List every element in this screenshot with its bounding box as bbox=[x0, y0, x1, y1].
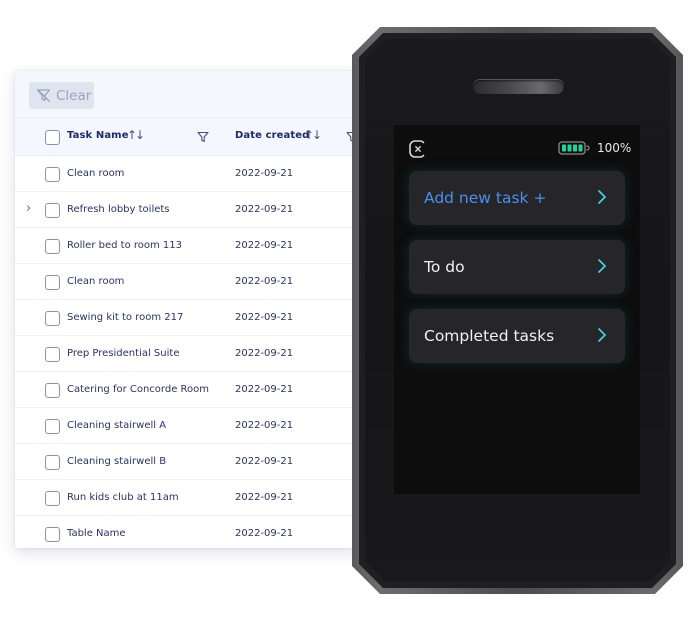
table-row[interactable]: Roller bed to room 113 2022-09-21 bbox=[15, 228, 360, 264]
close-icon[interactable] bbox=[408, 139, 428, 159]
chevron-right-icon bbox=[598, 190, 607, 204]
menu-label: Add new task + bbox=[424, 189, 547, 207]
cell-task-name: Prep Presidential Suite bbox=[67, 348, 180, 359]
clear-filters-button[interactable]: Clear bbox=[29, 82, 94, 109]
table-body: Clean room 2022-09-21 › Refresh lobby toile… bbox=[15, 156, 360, 548]
table-header-row: Task Name ↑↓ Date created ↑↓ bbox=[15, 118, 360, 156]
cell-task-name: Run kids club at 11am bbox=[67, 492, 179, 503]
cell-date-created: 2022-09-21 bbox=[235, 204, 294, 215]
row-checkbox[interactable] bbox=[45, 275, 60, 290]
table-row[interactable]: Run kids club at 11am 2022-09-21 bbox=[15, 480, 360, 516]
row-checkbox[interactable] bbox=[45, 455, 60, 470]
table-row[interactable]: Table Name 2022-09-21 bbox=[15, 516, 360, 548]
sort-up-down-icon[interactable]: ↑↓ bbox=[304, 128, 322, 142]
speaker-grille bbox=[473, 80, 564, 94]
handheld-device: 100% Add new task + To do Completed task… bbox=[352, 27, 683, 594]
cell-task-name: Table Name bbox=[67, 528, 126, 539]
cell-task-name: Cleaning stairwell B bbox=[67, 456, 167, 467]
table-row[interactable]: Prep Presidential Suite 2022-09-21 bbox=[15, 336, 360, 372]
cell-date-created: 2022-09-21 bbox=[235, 456, 294, 467]
cell-task-name: Cleaning stairwell A bbox=[67, 420, 167, 431]
table-row[interactable]: Cleaning stairwell A 2022-09-21 bbox=[15, 408, 360, 444]
cell-date-created: 2022-09-21 bbox=[235, 168, 294, 179]
select-all-checkbox[interactable] bbox=[45, 130, 60, 145]
table-row[interactable]: › Refresh lobby toilets 2022-09-21 bbox=[15, 192, 360, 228]
row-checkbox[interactable] bbox=[45, 203, 60, 218]
cell-date-created: 2022-09-21 bbox=[235, 528, 294, 539]
cell-task-name: Roller bed to room 113 bbox=[67, 240, 182, 251]
column-header-task-name[interactable]: Task Name bbox=[67, 130, 129, 141]
cell-date-created: 2022-09-21 bbox=[235, 384, 294, 395]
expand-row-chevron-icon[interactable]: › bbox=[26, 201, 31, 216]
cell-task-name: Refresh lobby toilets bbox=[67, 204, 170, 215]
menu-label: To do bbox=[424, 258, 465, 276]
table-row[interactable]: Clean room 2022-09-21 bbox=[15, 264, 360, 300]
cell-task-name: Sewing kit to room 217 bbox=[67, 312, 184, 323]
row-checkbox[interactable] bbox=[45, 383, 60, 398]
chevron-right-icon bbox=[598, 259, 607, 273]
menu-to-do[interactable]: To do bbox=[409, 240, 625, 294]
sort-up-down-icon[interactable]: ↑↓ bbox=[127, 128, 145, 142]
cell-date-created: 2022-09-21 bbox=[235, 312, 294, 323]
battery-full-icon bbox=[558, 141, 590, 155]
cell-task-name: Clean room bbox=[67, 168, 125, 179]
cell-date-created: 2022-09-21 bbox=[235, 240, 294, 251]
device-screen: 100% Add new task + To do Completed task… bbox=[394, 125, 640, 494]
cell-task-name: Clean room bbox=[67, 276, 125, 287]
cell-date-created: 2022-09-21 bbox=[235, 276, 294, 287]
table-row[interactable]: Cleaning stairwell B 2022-09-21 bbox=[15, 444, 360, 480]
table-row[interactable]: Sewing kit to room 217 2022-09-21 bbox=[15, 300, 360, 336]
row-checkbox[interactable] bbox=[45, 491, 60, 506]
menu-label: Completed tasks bbox=[424, 327, 555, 345]
cell-date-created: 2022-09-21 bbox=[235, 348, 294, 359]
cell-task-name: Catering for Concorde Room bbox=[67, 384, 210, 395]
battery-level: 100% bbox=[597, 141, 632, 155]
clear-label: Clear bbox=[56, 87, 92, 104]
row-checkbox[interactable] bbox=[45, 239, 60, 254]
table-row[interactable]: Catering for Concorde Room 2022-09-21 bbox=[15, 372, 360, 408]
task-table-panel: Clear Task Name ↑↓ Date created ↑↓ Clean… bbox=[15, 71, 360, 548]
row-checkbox[interactable] bbox=[45, 347, 60, 362]
cell-date-created: 2022-09-21 bbox=[235, 420, 294, 431]
cell-date-created: 2022-09-21 bbox=[235, 492, 294, 503]
filter-clear-icon bbox=[36, 89, 51, 102]
row-checkbox[interactable] bbox=[45, 311, 60, 326]
menu-add-new-task[interactable]: Add new task + bbox=[409, 171, 625, 225]
row-checkbox[interactable] bbox=[45, 419, 60, 434]
column-header-date-created[interactable]: Date created bbox=[235, 130, 309, 141]
chevron-right-icon bbox=[598, 328, 607, 342]
row-checkbox[interactable] bbox=[45, 167, 60, 182]
row-checkbox[interactable] bbox=[45, 527, 60, 542]
table-toolbar: Clear bbox=[15, 71, 360, 118]
menu-completed-tasks[interactable]: Completed tasks bbox=[409, 309, 625, 363]
stage: Clear Task Name ↑↓ Date created ↑↓ Clean… bbox=[0, 0, 696, 620]
filter-icon[interactable] bbox=[197, 131, 209, 143]
table-row[interactable]: Clean room 2022-09-21 bbox=[15, 156, 360, 192]
